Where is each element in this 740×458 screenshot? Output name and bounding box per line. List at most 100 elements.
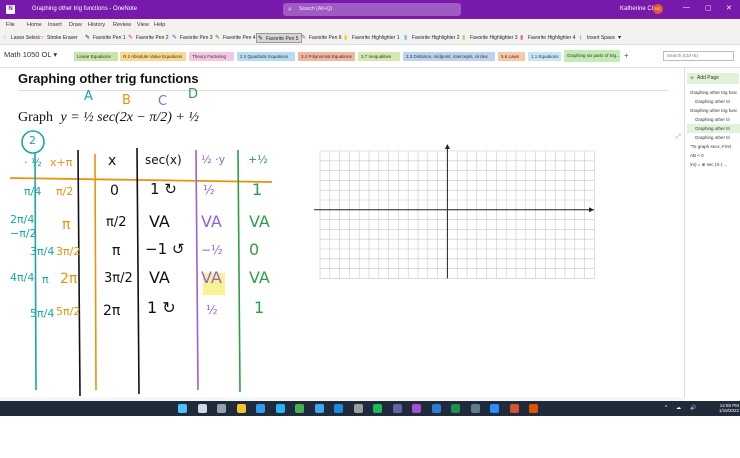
page-preview-text: "To graph secx, First	[690, 144, 731, 149]
video-icon[interactable]	[470, 404, 480, 413]
add-page-button[interactable]: + Add Page	[687, 73, 739, 84]
photos-icon[interactable]	[314, 404, 324, 413]
handwritten-table	[9, 130, 273, 397]
search-box[interactable]: ⌕ Search (Alt+Q)	[283, 3, 461, 16]
file-explorer-icon[interactable]	[236, 404, 246, 413]
expand-icon[interactable]: ⤢	[676, 134, 681, 141]
section-tab[interactable]: Linear Equations	[74, 52, 118, 61]
user-name[interactable]: Katherine Cliff	[620, 6, 658, 12]
page-canvas[interactable]: Graphing other trig functions A B C D Gr…	[0, 68, 684, 398]
tool-label: Lasso Select	[11, 35, 40, 41]
section-tab[interactable]: 3.3 Distance, midpoint, intercepts, circ…	[403, 52, 495, 61]
section-tab[interactable]: 2.2 Quadratic Equations	[237, 52, 295, 61]
search-icon[interactable]	[197, 404, 207, 413]
spotify-icon[interactable]	[373, 404, 382, 413]
lasso-icon: ◌	[3, 35, 7, 41]
tool-label: Stroke Eraser	[47, 35, 78, 41]
ink-cell: 3π/4	[30, 245, 55, 258]
word-icon[interactable]	[431, 404, 441, 413]
tool-insert-space[interactable]: ↕ Insert Space	[578, 33, 615, 43]
teams-icon[interactable]	[392, 404, 402, 413]
excel-icon[interactable]	[451, 404, 460, 413]
problem-prefix: Graph	[18, 110, 53, 125]
section-tab[interactable]: 5.6 Laws	[498, 52, 525, 61]
notebook-title[interactable]: Math 1050 OL ▾	[4, 50, 57, 59]
settings-icon[interactable]	[353, 404, 363, 413]
mail-icon[interactable]	[529, 404, 538, 413]
maximize-button[interactable]: ▢	[705, 4, 712, 12]
ink-cell: VA	[249, 268, 270, 287]
cloud-icon[interactable]: ☁	[676, 405, 681, 411]
tool-label: Favorite Highlighter 3	[470, 35, 518, 41]
ink-cell: VA	[201, 268, 222, 287]
ink-cell: 5π/2	[56, 305, 81, 318]
tool-highlighter-4[interactable]: ▮ Favorite Highlighter 4	[519, 33, 576, 43]
menu-view[interactable]: View	[137, 22, 149, 28]
store-icon[interactable]	[275, 404, 285, 413]
subpage-item[interactable]: Graphing other tri	[687, 97, 740, 106]
clock-date: 1/18/2022	[718, 408, 739, 413]
ink-cell: −π/2	[10, 227, 37, 240]
tray-overflow-icon[interactable]: ^	[665, 405, 667, 411]
section-tab[interactable]: Theory Factoring	[189, 52, 234, 61]
close-button[interactable]: ✕	[726, 4, 732, 12]
tool-pen-5[interactable]: ✎ Favorite Pen 5	[256, 33, 302, 43]
ink-cell: VA	[201, 212, 222, 231]
page-search-input[interactable]: Search (Ctrl+E)	[663, 51, 734, 61]
ink-circled-two: 2	[29, 134, 36, 147]
page-item[interactable]: Graphing other trig func	[687, 88, 740, 97]
tool-highlighter-2[interactable]: ▮ Favorite Highlighter 2	[403, 33, 460, 43]
edge-icon[interactable]	[256, 404, 265, 413]
subpage-item-selected[interactable]: Graphing other tri	[687, 124, 740, 133]
subpage-item[interactable]: Graphing other tri	[687, 133, 740, 142]
section-bar: Math 1050 OL ▾ Linear Equations R.2 Abso…	[0, 45, 740, 68]
toolbar-more-button[interactable]: ▾	[618, 34, 621, 41]
ink-col-divider	[77, 149, 81, 397]
volume-icon[interactable]: 🔊	[690, 405, 696, 411]
tool-pen-3[interactable]: ✎ Favorite Pen 3	[171, 33, 213, 43]
page-item[interactable]: Graphing other trig func	[687, 106, 740, 115]
tool-pen-6[interactable]: ✎ Favorite Pen 6	[300, 33, 342, 43]
onenote-icon[interactable]	[412, 404, 421, 413]
tool-highlighter-3[interactable]: ▮ Favorite Highlighter 3	[461, 33, 518, 43]
task-view-icon[interactable]	[217, 404, 226, 413]
chrome-icon[interactable]	[295, 404, 304, 413]
menu-home[interactable]: Home	[27, 22, 42, 28]
section-tab[interactable]: 3.4 Polynomial Equations	[298, 52, 355, 61]
ink-cell: 1	[252, 180, 263, 199]
tool-pen-2[interactable]: ✎ Favorite Pen 2	[127, 33, 169, 43]
menu-review[interactable]: Review	[113, 22, 131, 28]
section-tab[interactable]: 1.1 Equations	[528, 52, 561, 61]
tool-stroke-eraser[interactable]: ▱ Stroke Eraser	[38, 33, 78, 43]
menu-file[interactable]: File	[6, 22, 15, 28]
menu-insert[interactable]: Insert	[48, 22, 62, 28]
zoom-icon[interactable]	[490, 404, 499, 413]
ink-cell: π	[112, 243, 121, 259]
tool-pen-1[interactable]: ✎ Favorite Pen 1	[84, 33, 126, 43]
pen-icon: ✎	[215, 35, 221, 41]
tool-highlighter-1[interactable]: ▮ Favorite Highlighter 1	[343, 33, 400, 43]
insert-space-icon: ↕	[579, 35, 582, 41]
section-tab[interactable]: 3.7 Inequalities	[358, 52, 400, 61]
subpage-item[interactable]: Graphing other tri	[687, 115, 740, 124]
menu-draw[interactable]: Draw	[69, 22, 82, 28]
start-icon[interactable]	[178, 404, 187, 413]
clock[interactable]: 12:55 PM 1/18/2022	[715, 403, 739, 413]
section-tab-selected[interactable]: Graphing six parts of trig...	[564, 50, 620, 62]
highlighter-icon: ▮	[404, 35, 408, 41]
section-tab[interactable]: R.2 Absolute Value Equations	[120, 52, 186, 61]
powerpoint-icon[interactable]	[509, 404, 519, 413]
minimize-button[interactable]: —	[683, 4, 690, 11]
menu-help[interactable]: Help	[154, 22, 165, 28]
plus-icon: +	[690, 75, 695, 82]
add-section-button[interactable]: +	[624, 51, 629, 60]
x-axis-arrow	[589, 207, 594, 213]
tool-lasso-select[interactable]: ◌ Lasso Select	[2, 33, 40, 43]
menu-history[interactable]: History	[88, 22, 105, 28]
ink-cell: 3π/2	[104, 271, 133, 286]
tool-pen-4[interactable]: ✎ Favorite Pen 4	[214, 33, 256, 43]
ink-cell: 1	[254, 298, 265, 317]
page-title[interactable]: Graphing other trig functions	[18, 71, 199, 86]
outlook-icon[interactable]	[334, 404, 343, 413]
avatar[interactable]: KC	[653, 4, 663, 14]
